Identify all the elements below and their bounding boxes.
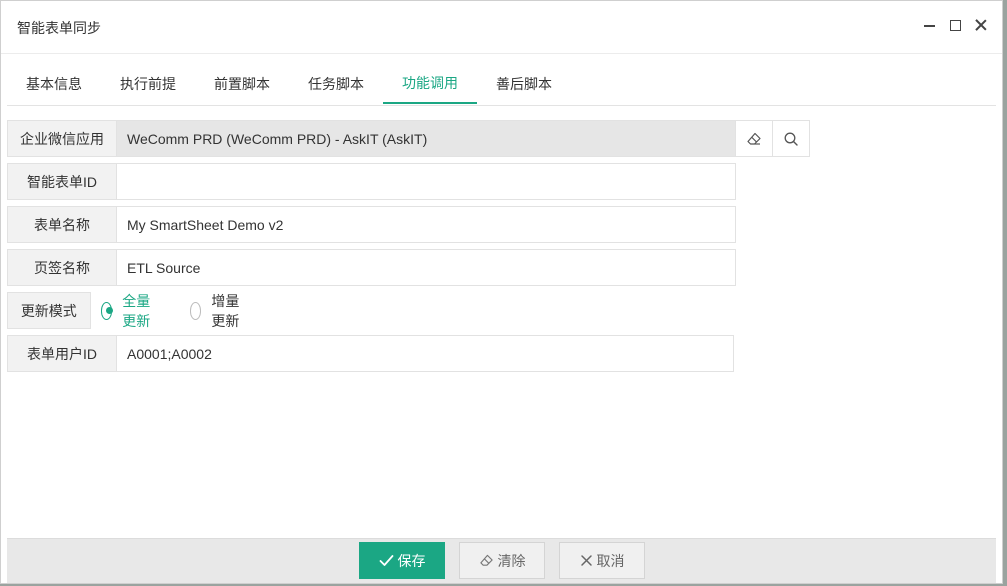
form-row-tab-name: 页签名称 ETL Source <box>7 249 736 286</box>
radio-incremental-update-label: 增量更新 <box>211 292 240 329</box>
radio-incremental-update[interactable]: 增量更新 <box>189 291 245 331</box>
maximize-icon <box>949 19 961 31</box>
form-row-sheet-name: 表单名称 My SmartSheet Demo v2 <box>7 206 736 243</box>
eraser-icon <box>747 132 761 145</box>
form-row-update-mode: 更新模式 全量更新 增量更新 <box>7 292 279 329</box>
radio-full-update-label: 全量更新 <box>122 292 151 329</box>
tab-bar: 基本信息 执行前提 前置脚本 任务脚本 功能调用 善后脚本 <box>7 63 996 106</box>
tab-post-script[interactable]: 善后脚本 <box>477 63 571 104</box>
window-controls <box>922 17 988 33</box>
tab-name-label: 页签名称 <box>7 249 117 286</box>
update-mode-radio-group: 全量更新 增量更新 <box>91 292 279 329</box>
close-button[interactable] <box>974 17 988 33</box>
app-field[interactable]: WeComm PRD (WeComm PRD) - AskIT (AskIT) <box>117 120 736 157</box>
sheet-id-input[interactable] <box>117 163 736 200</box>
cancel-button-label: 取消 <box>596 552 625 569</box>
radio-unchecked-icon <box>189 301 202 320</box>
tab-name-input[interactable]: ETL Source <box>117 249 736 286</box>
tab-basic-info[interactable]: 基本信息 <box>7 63 101 104</box>
user-ids-label: 表单用户ID <box>7 335 117 372</box>
minimize-icon <box>923 25 935 27</box>
clear-app-button[interactable] <box>736 120 773 157</box>
user-ids-input[interactable]: A0001;A0002 <box>117 335 734 372</box>
minimize-button[interactable] <box>922 17 936 33</box>
app-label: 企业微信应用 <box>7 120 117 157</box>
maximize-button[interactable] <box>948 17 962 33</box>
title-bar: 智能表单同步 <box>1 1 1002 54</box>
sheet-id-label: 智能表单ID <box>7 163 117 200</box>
sheet-name-label: 表单名称 <box>7 206 117 243</box>
clear-button[interactable]: 清除 <box>459 542 545 579</box>
search-app-button[interactable] <box>773 120 810 157</box>
radio-full-update[interactable]: 全量更新 <box>100 291 156 331</box>
form-row-app: 企业微信应用 WeComm PRD (WeComm PRD) - AskIT (… <box>7 120 810 157</box>
tab-task-script[interactable]: 任务脚本 <box>289 63 383 104</box>
search-icon <box>784 132 798 146</box>
cancel-button[interactable]: 取消 <box>559 542 645 579</box>
clear-button-label: 清除 <box>497 552 526 569</box>
sheet-name-input[interactable]: My SmartSheet Demo v2 <box>117 206 736 243</box>
x-icon <box>580 554 593 567</box>
footer-bar: 保存 清除 取消 <box>7 538 996 583</box>
radio-checked-icon <box>100 301 113 320</box>
form-row-user-ids: 表单用户ID A0001;A0002 <box>7 335 734 372</box>
close-icon <box>975 19 987 31</box>
form-row-sheet-id: 智能表单ID <box>7 163 736 200</box>
tab-preconditions[interactable]: 执行前提 <box>101 63 195 104</box>
save-button-label: 保存 <box>397 552 426 569</box>
tab-function-call[interactable]: 功能调用 <box>383 63 477 104</box>
eraser-icon <box>479 553 494 568</box>
dialog-window: 智能表单同步 基本信息 执行前提 前置脚本 任务脚本 功能调用 善后脚本 企业微… <box>0 0 1003 584</box>
update-mode-label: 更新模式 <box>7 292 91 329</box>
dialog-title: 智能表单同步 <box>17 20 101 36</box>
save-button[interactable]: 保存 <box>359 542 445 579</box>
tab-pre-script[interactable]: 前置脚本 <box>195 63 289 104</box>
check-icon <box>379 554 394 567</box>
